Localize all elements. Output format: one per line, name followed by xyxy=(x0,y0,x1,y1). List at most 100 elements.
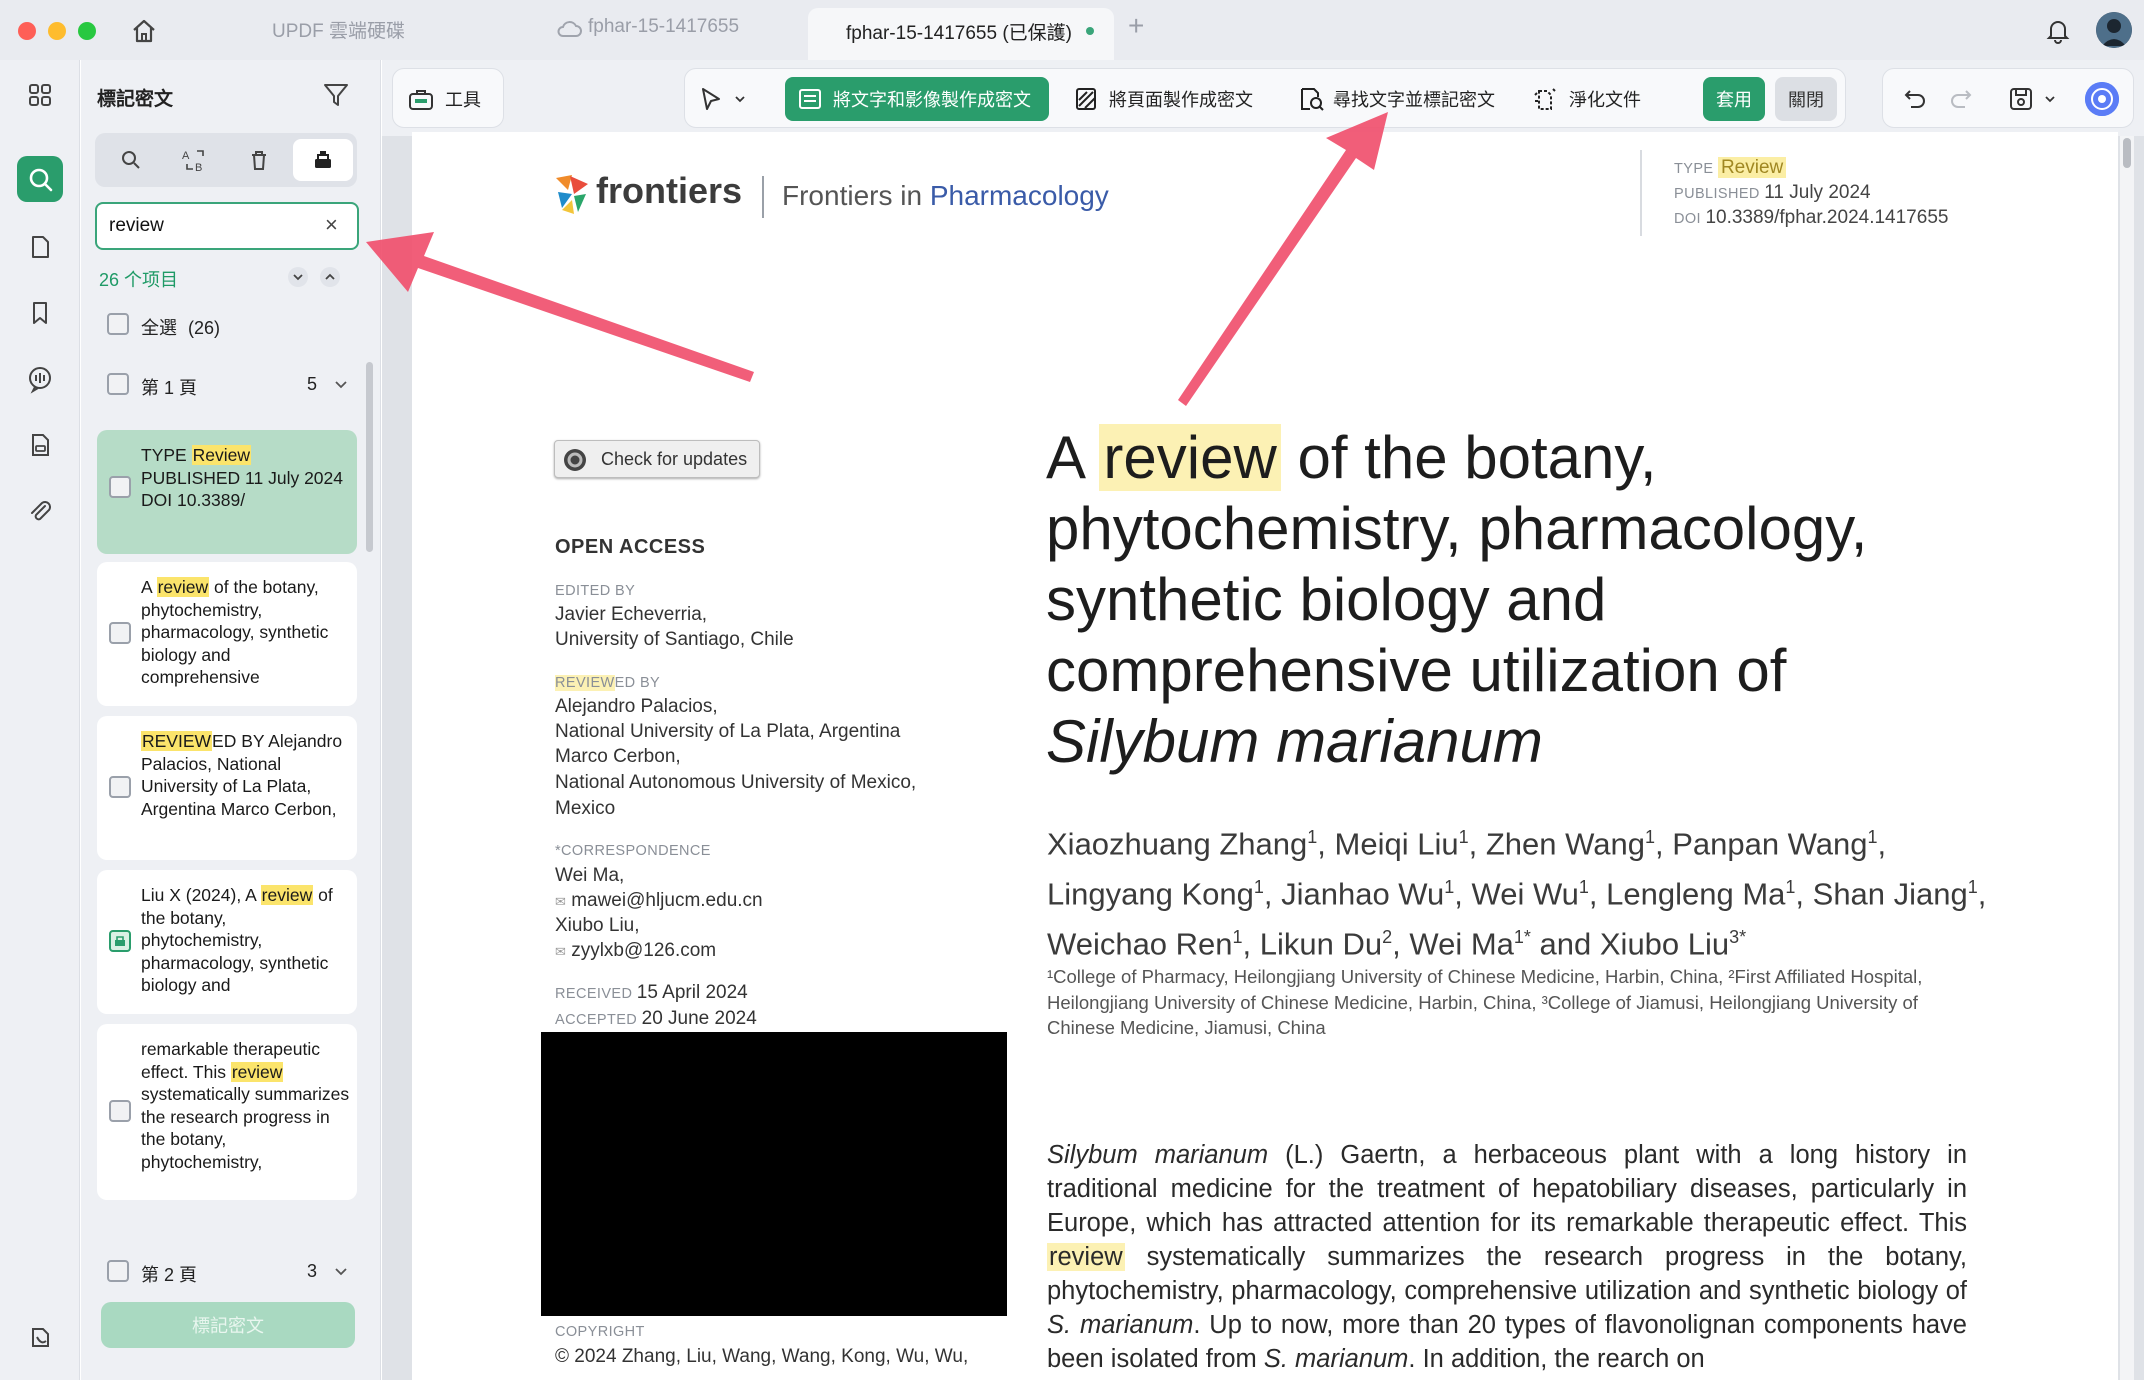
author-separator: , xyxy=(1242,925,1260,961)
author-name: Meiqi Liu xyxy=(1334,826,1459,862)
forms-icon[interactable] xyxy=(17,422,63,468)
svg-text:A: A xyxy=(182,150,190,162)
search-input[interactable] xyxy=(109,214,309,238)
new-tab-button[interactable]: + xyxy=(1128,10,1144,42)
result-checkbox[interactable] xyxy=(109,776,131,798)
author-separator: and xyxy=(1530,925,1600,961)
redaction-black-box[interactable] xyxy=(541,1032,1007,1316)
author-separator: , xyxy=(1317,826,1335,862)
bookmark-icon[interactable] xyxy=(17,290,63,336)
save-button[interactable] xyxy=(2007,79,2057,119)
redact-mode-icon[interactable] xyxy=(293,139,353,181)
copyright-text: © 2024 Zhang, Liu, Wang, Wang, Kong, Wu,… xyxy=(555,1346,969,1367)
avatar[interactable] xyxy=(2096,12,2132,48)
result-checkbox[interactable] xyxy=(109,622,131,644)
page2-label[interactable]: 第 2 頁 xyxy=(141,1261,197,1287)
window-close-button[interactable] xyxy=(18,22,36,40)
reviewer-line: Marco Cerbon, xyxy=(555,746,681,767)
home-icon[interactable] xyxy=(130,17,158,45)
layers-icon[interactable] xyxy=(17,1314,63,1360)
result-card[interactable]: A review of the botany, phytochemistry, … xyxy=(97,562,357,706)
mail-icon: ✉ xyxy=(555,944,566,959)
author-name: Zhen Wang xyxy=(1485,826,1645,862)
select-tool-button[interactable] xyxy=(697,79,747,119)
apps-grid-icon[interactable] xyxy=(17,72,63,118)
apply-button[interactable]: 套用 xyxy=(1703,77,1765,121)
tab-cloud-drive[interactable]: UPDF 雲端硬碟 xyxy=(272,16,405,43)
result-checkbox[interactable] xyxy=(109,1100,131,1122)
delete-mode-icon[interactable] xyxy=(229,139,289,181)
close-redaction-button[interactable]: 關閉 xyxy=(1775,77,1837,121)
author-name: Jianhao Wu xyxy=(1281,876,1445,912)
result-redaction-mark-icon[interactable] xyxy=(109,930,131,952)
published-date: PUBLISHED 11 July 2024 xyxy=(1674,182,1871,203)
window-zoom-button[interactable] xyxy=(78,22,96,40)
search-input-box[interactable]: × xyxy=(95,202,359,250)
replace-mode-icon[interactable]: AB xyxy=(165,139,225,181)
mark-text-image-button[interactable]: 將文字和影像製作成密文 xyxy=(785,77,1049,121)
attachment-icon[interactable] xyxy=(17,488,63,534)
redo-icon xyxy=(1947,85,1975,113)
redo-button[interactable] xyxy=(1947,79,1975,119)
apply-label: 套用 xyxy=(1716,90,1752,110)
document-scroll-thumb[interactable] xyxy=(2123,138,2131,168)
author-name: Xiubo Liu xyxy=(1599,925,1730,961)
author-separator: , xyxy=(1654,826,1673,862)
page2-checkbox[interactable] xyxy=(107,1260,129,1282)
mark-redaction-button[interactable]: 標記密文 xyxy=(101,1302,355,1348)
mark-page-button[interactable]: 將頁面製作成密文 xyxy=(1073,79,1253,119)
reviewed-by-label: REVIEWED BY xyxy=(555,675,661,691)
sanitize-icon xyxy=(1531,85,1559,113)
panel-scrollbar[interactable] xyxy=(366,362,373,552)
frontiers-logo-text: frontiers xyxy=(596,170,743,211)
author-name: Wei Wu xyxy=(1471,876,1579,912)
result-card[interactable]: Liu X (2024), A review of the botany, ph… xyxy=(97,870,357,1014)
page2-chevron-down-icon[interactable] xyxy=(333,1263,349,1279)
tab-document[interactable]: fphar-15-1417655 xyxy=(588,16,739,38)
mark-text-image-label: 將文字和影像製作成密文 xyxy=(833,90,1031,110)
author-name: Shan Jiang xyxy=(1812,876,1968,912)
author-separator: , xyxy=(1454,876,1472,912)
filter-icon[interactable] xyxy=(321,80,351,110)
reviewer-line: Alejandro Palacios, xyxy=(555,696,718,717)
page1-chevron-down-icon[interactable] xyxy=(333,376,349,392)
chevron-down-icon[interactable] xyxy=(287,266,309,288)
svg-text:B: B xyxy=(195,162,202,173)
check-for-updates-button[interactable]: Check for updates xyxy=(554,440,760,478)
author-separator: , xyxy=(1877,826,1887,862)
author-name: Lingyang Kong xyxy=(1047,876,1254,912)
result-card[interactable]: remarkable therapeutic effect. This revi… xyxy=(97,1024,357,1200)
search-mode-icon[interactable] xyxy=(101,139,161,181)
result-card[interactable]: TYPE Review PUBLISHED 11 July 2024 DOI 1… xyxy=(97,430,357,554)
tab-document-protected[interactable]: fphar-15-1417655 (已保護) xyxy=(808,8,1114,60)
find-and-mark-label: 尋找文字並標記密文 xyxy=(1333,90,1495,110)
title-bar: UPDF 雲端硬碟 fphar-15-1417655 fphar-15-1417… xyxy=(0,0,2144,60)
document-scrollbar[interactable] xyxy=(2120,136,2134,1380)
pages-icon[interactable] xyxy=(17,224,63,270)
author-name: Weichao Ren xyxy=(1047,925,1233,961)
window-minimize-button[interactable] xyxy=(48,22,66,40)
author-name: Likun Du xyxy=(1259,925,1383,961)
bell-icon[interactable] xyxy=(2044,16,2072,44)
author-affiliation-sup: 1 xyxy=(1867,827,1878,847)
result-card[interactable]: REVIEWED BY Alejandro Palacios, National… xyxy=(97,716,357,860)
unsaved-dot-icon xyxy=(1086,27,1094,35)
panel-title: 標記密文 xyxy=(97,89,174,110)
author-separator: , xyxy=(1468,826,1486,862)
find-and-mark-button[interactable]: 尋找文字並標記密文 xyxy=(1297,79,1495,119)
sanitize-button[interactable]: 淨化文件 xyxy=(1531,79,1641,119)
tools-button[interactable]: 工具 xyxy=(407,79,481,119)
page1-checkbox[interactable] xyxy=(107,373,129,395)
tools-label: 工具 xyxy=(445,90,481,110)
chevron-up-icon[interactable] xyxy=(319,266,341,288)
undo-button[interactable] xyxy=(1901,79,1929,119)
page1-label[interactable]: 第 1 頁 xyxy=(141,374,197,400)
ai-assistant-icon[interactable] xyxy=(2085,82,2119,116)
search-rail-icon[interactable] xyxy=(17,156,63,202)
author-affiliation-sup: 2 xyxy=(1382,926,1393,947)
result-checkbox[interactable] xyxy=(109,476,131,498)
copyright-label: COPYRIGHT xyxy=(555,1324,645,1340)
clear-search-icon[interactable]: × xyxy=(325,212,338,238)
comments-icon[interactable] xyxy=(17,356,63,402)
select-all-checkbox[interactable] xyxy=(107,313,129,335)
